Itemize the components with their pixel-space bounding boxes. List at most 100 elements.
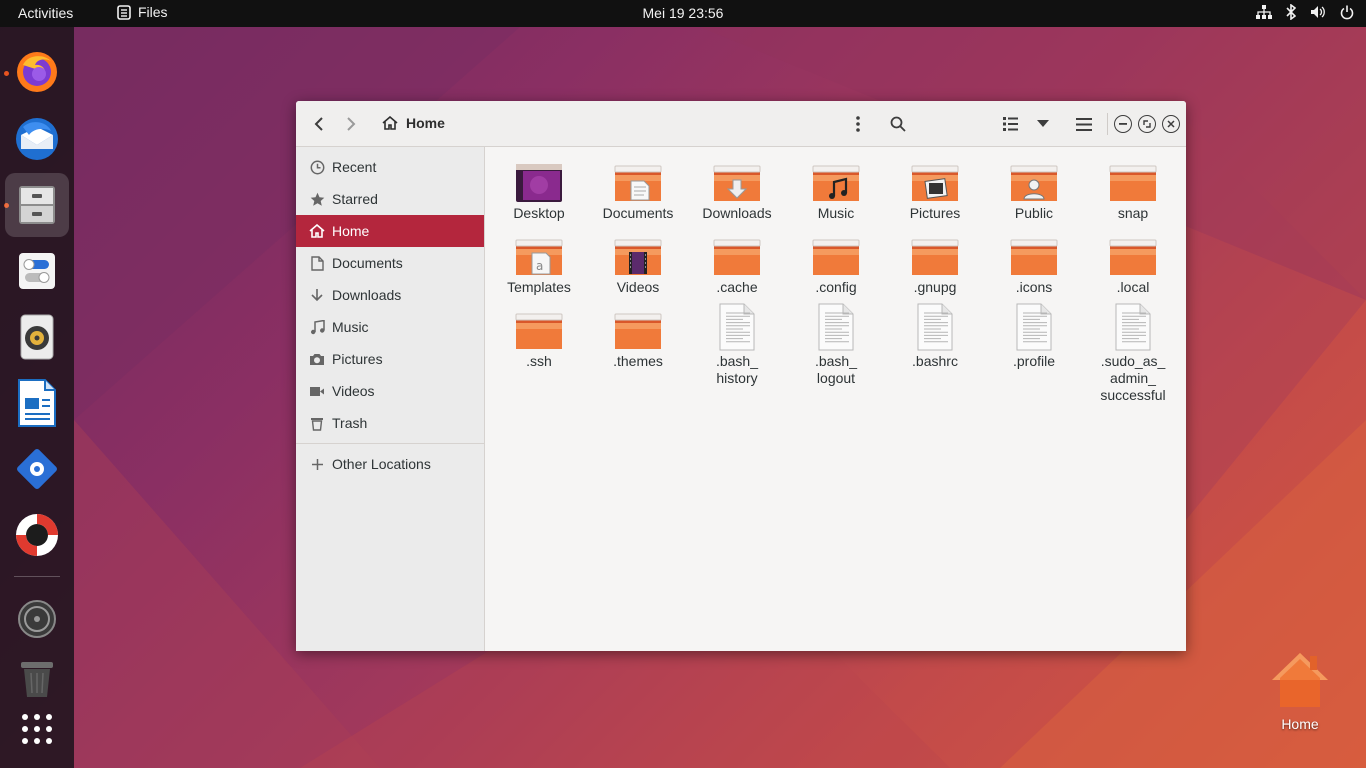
file-item-dot-profile[interactable]: .profile [987, 303, 1081, 370]
file-item-dot-sudo_as_admin_successful[interactable]: .sudo_as_ admin_ successful [1086, 303, 1180, 404]
sidebar-item-label: Music [332, 319, 369, 335]
minimize-icon [1119, 123, 1127, 125]
star-icon [307, 192, 327, 207]
file-item-downloads[interactable]: Downloads [690, 159, 784, 222]
sidebar-item-downloads[interactable]: Downloads [296, 279, 484, 311]
volume-icon [1311, 6, 1325, 18]
file-item-label: Templates [507, 279, 571, 295]
dock-libreoffice-writer[interactable] [5, 371, 69, 435]
maximize-button[interactable] [1138, 115, 1156, 133]
caret-down-icon [1037, 120, 1049, 127]
view-mode-button[interactable] [998, 111, 1024, 137]
system-tray[interactable] [1256, 4, 1354, 20]
file-item-label: Documents [602, 205, 674, 221]
trash-can-icon [21, 662, 53, 697]
text-file-icon [717, 303, 757, 351]
lifebuoy-icon [16, 514, 58, 556]
dock-software[interactable] [5, 437, 69, 501]
main-menu-button[interactable] [1071, 111, 1097, 137]
file-item-snap[interactable]: snap [1086, 159, 1180, 222]
file-item-dot-local[interactable]: .local [1086, 233, 1180, 296]
file-item-templates[interactable]: a Templates [492, 233, 586, 296]
path-menu-button[interactable] [845, 111, 871, 137]
sidebar-item-recent[interactable]: Recent [296, 151, 484, 183]
dock-files[interactable] [5, 173, 69, 237]
search-button[interactable] [885, 111, 911, 137]
sidebar-item-label: Trash [332, 415, 368, 431]
file-item-music[interactable]: Music [789, 159, 883, 222]
dock-firefox[interactable] [5, 39, 69, 103]
text-file-icon [816, 303, 856, 351]
document-icon [307, 255, 327, 271]
forward-button[interactable] [338, 111, 364, 137]
file-item-dot-gnupg[interactable]: .gnupg [888, 233, 982, 296]
sidebar-item-label: Downloads [332, 287, 402, 303]
path-bar[interactable]: Home [382, 115, 445, 131]
sidebar-item-home[interactable]: Home [296, 215, 484, 247]
file-item-dot-cache[interactable]: .cache [690, 233, 784, 296]
dock-rhythmbox[interactable] [5, 305, 69, 369]
pictures-folder-icon [911, 159, 959, 203]
view-options-button[interactable] [1030, 111, 1056, 137]
file-item-label: .bashrc [912, 353, 958, 369]
dock-separator [14, 576, 60, 577]
music-icon [307, 319, 327, 335]
file-item-label: .profile [1012, 353, 1056, 369]
file-item-dot-bashrc[interactable]: .bashrc [888, 303, 982, 370]
sidebar-item-documents[interactable]: Documents [296, 247, 484, 279]
file-item-label: .cache [716, 279, 758, 295]
file-item-dot-themes[interactable]: .themes [591, 307, 685, 370]
sidebar-item-label: Home [332, 223, 370, 239]
chevron-right-icon [347, 117, 356, 131]
dock-show-applications[interactable] [5, 697, 69, 761]
desktop-home-icon[interactable]: Home [1266, 650, 1334, 732]
disk-icon [18, 600, 56, 638]
maximize-icon [1143, 120, 1151, 128]
close-button[interactable] [1162, 115, 1180, 133]
documents-folder-icon [614, 159, 662, 203]
sidebar-item-videos[interactable]: Videos [296, 375, 484, 407]
file-item-pictures[interactable]: Pictures [888, 159, 982, 222]
dock-thunderbird[interactable] [5, 107, 69, 171]
file-item-dot-bash_logout[interactable]: .bash_ logout [789, 303, 883, 387]
sidebar-item-label: Pictures [332, 351, 383, 367]
dock-help[interactable] [5, 503, 69, 567]
sidebar-item-other-locations[interactable]: Other Locations [296, 448, 484, 480]
chevron-left-icon [314, 117, 323, 131]
dock-disks[interactable] [5, 587, 69, 651]
dock-settings[interactable] [5, 239, 69, 303]
file-item-label: .bash_ history [715, 353, 759, 386]
file-item-videos[interactable]: Videos [591, 233, 685, 296]
file-item-dot-bash_history[interactable]: .bash_ history [690, 303, 784, 387]
sidebar-item-label: Recent [332, 159, 377, 175]
file-item-public[interactable]: Public [987, 159, 1081, 222]
folder-icon [1010, 233, 1058, 277]
plus-icon [307, 458, 327, 471]
file-item-dot-icons[interactable]: .icons [987, 233, 1081, 296]
sidebar-item-trash[interactable]: Trash [296, 407, 484, 439]
sidebar-item-pictures[interactable]: Pictures [296, 343, 484, 375]
public-folder-icon [1010, 159, 1058, 203]
home-icon [307, 224, 327, 238]
sidebar-item-music[interactable]: Music [296, 311, 484, 343]
bluetooth-icon [1286, 4, 1296, 20]
file-item-label: .config [815, 279, 857, 295]
sidebar-item-label: Videos [332, 383, 375, 399]
folder-icon [1109, 233, 1157, 277]
minimize-button[interactable] [1114, 115, 1132, 133]
file-item-desktop[interactable]: Desktop [492, 159, 586, 222]
sidebar-item-label: Other Locations [332, 456, 431, 472]
file-item-label: .local [1116, 279, 1150, 295]
sidebar: Recent Starred Home Documents Downloads … [296, 147, 485, 651]
header-separator [1107, 113, 1108, 135]
file-item-documents[interactable]: Documents [591, 159, 685, 222]
sidebar-item-starred[interactable]: Starred [296, 183, 484, 215]
back-button[interactable] [306, 111, 332, 137]
file-item-dot-ssh[interactable]: .ssh [492, 307, 586, 370]
clock[interactable]: Mei 19 23:56 [0, 5, 1366, 21]
desktop-home-label: Home [1281, 716, 1319, 732]
header-bar: Home [296, 101, 1186, 147]
file-item-label: Downloads [702, 205, 772, 221]
folder-icon [1109, 159, 1157, 203]
file-item-dot-config[interactable]: .config [789, 233, 883, 296]
